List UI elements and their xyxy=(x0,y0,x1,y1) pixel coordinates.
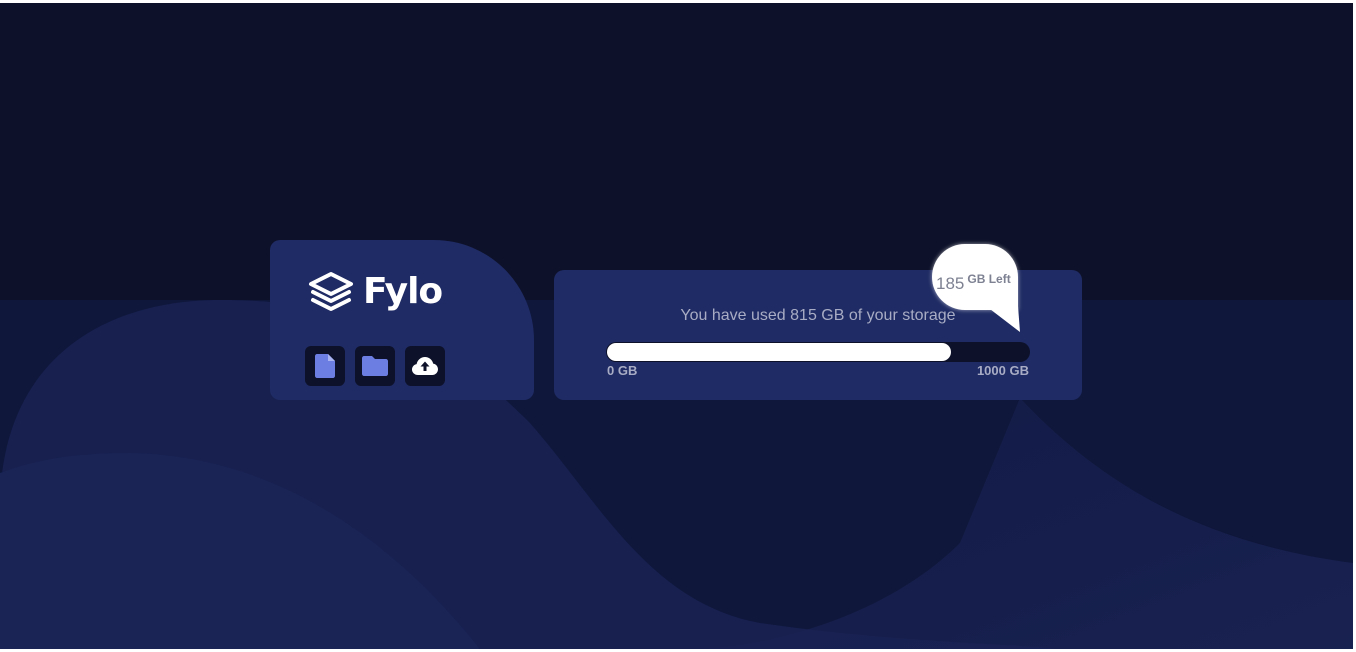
scale-min-label: 0 GB xyxy=(607,363,638,378)
layers-icon xyxy=(309,272,353,311)
brand-card: Fylo xyxy=(270,240,534,400)
upload-button[interactable] xyxy=(405,346,445,386)
remaining-unit: GB Left xyxy=(967,272,1011,286)
document-icon xyxy=(315,354,335,378)
cloud-upload-icon xyxy=(412,357,438,375)
brand-name: Fylo xyxy=(363,271,443,312)
storage-progress-fill xyxy=(607,343,951,361)
remaining-value: 185 xyxy=(936,274,965,293)
storage-progress-bar xyxy=(606,342,1030,362)
folder-icon xyxy=(362,356,388,376)
remaining-storage-bubble: 185 GB Left xyxy=(932,244,1018,310)
scale-max-label: 1000 GB xyxy=(976,363,1029,378)
logo: Fylo xyxy=(307,270,443,314)
folder-button[interactable] xyxy=(355,346,395,386)
document-button[interactable] xyxy=(305,346,345,386)
page-background: Fylo You have used 815 GB of your storag… xyxy=(0,3,1353,649)
